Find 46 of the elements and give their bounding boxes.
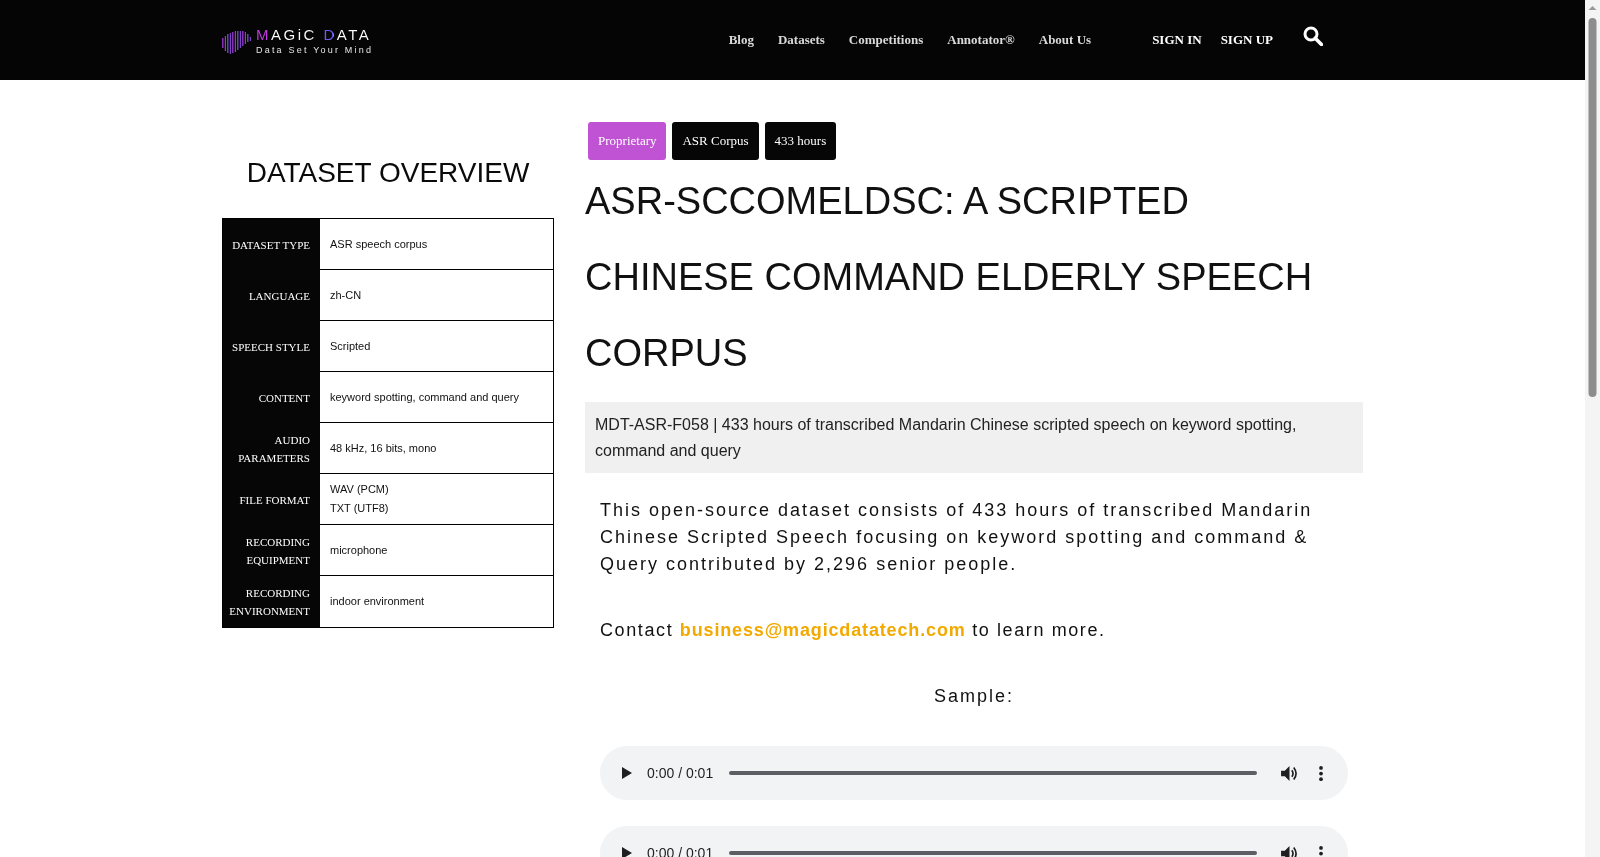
scrollbar[interactable]	[1585, 0, 1600, 857]
row-label: CONTENT	[223, 372, 320, 423]
contact-text: Contact business@magicdatatech.com to learn more.	[599, 619, 1107, 642]
row-label: DATASET TYPE	[223, 219, 320, 270]
table-cell-text: microphone	[330, 542, 388, 558]
seek-track[interactable]	[729, 771, 1257, 775]
brand-tagline: Data Set Your Mind	[256, 44, 374, 56]
description-text: This open-source dataset consists of 433 hours of transcribed Mandarin Chinese Scripted Speech focusing on keyword spotting and command & Query contributed by 2,296 senior people.	[599, 499, 1314, 576]
seek-track[interactable]	[729, 851, 1257, 855]
table-cell-text: zh-CN	[330, 287, 362, 303]
nav-link[interactable]: Annotator®	[947, 32, 1015, 48]
search-icon[interactable]	[1303, 26, 1323, 46]
row-label: RECORDING ENVIRONMENT	[223, 576, 320, 627]
nav-link[interactable]: Competitions	[848, 32, 924, 48]
table-cell-text: ASR speech corpus	[330, 236, 428, 252]
summary-banner: MDT-ASR-F058 | 433 hours of transcribed Mandarin Chinese scripted speech on keyword spotting, command and query	[585, 402, 1363, 473]
play-icon[interactable]	[622, 847, 632, 857]
more-options-icon[interactable]	[1319, 765, 1323, 781]
row-label: AUDIO PARAMETERS	[223, 423, 320, 474]
account-link[interactable]: SIGN UP	[1220, 32, 1273, 48]
sound-wave-icon	[222, 28, 251, 54]
dataset-title: ASR-SCCOMELDSC: A SCRIPTED CHINESE COMMAND ELDERLY SPEECH CORPUS	[585, 179, 1314, 376]
nav-link[interactable]: Blog	[728, 32, 754, 48]
table-cell-text: indoor environment	[330, 594, 425, 609]
row-label: LANGUAGE	[223, 270, 320, 321]
audio-time: 0:00 / 0:01	[647, 765, 714, 781]
table-cell-text: keyword spotting, command and query	[330, 389, 519, 405]
nav-link[interactable]: About Us	[1038, 32, 1092, 48]
section-title: DATASET OVERVIEW	[245, 156, 531, 190]
tag: 433 hours	[764, 122, 837, 160]
account-link[interactable]: SIGN IN	[1152, 32, 1202, 48]
table-cell-text: 48 kHz, 16 bits, mono	[330, 440, 437, 456]
table-cell-text: Scripted	[330, 338, 371, 354]
tag: ASR Corpus	[672, 122, 759, 160]
nav-link[interactable]: Datasets	[777, 32, 825, 48]
sample-label: Sample:	[932, 685, 1015, 708]
row-label: SPEECH STYLE	[223, 321, 320, 372]
table-cell-text: TXT (UTF8)	[330, 501, 389, 516]
table-cell-text: WAV (PCM)	[330, 482, 389, 497]
more-options-icon[interactable]	[1319, 845, 1323, 857]
play-icon[interactable]	[622, 767, 632, 779]
speaker-icon[interactable]	[1281, 845, 1298, 857]
row-label: FILE FORMAT	[223, 474, 320, 525]
speaker-icon[interactable]	[1281, 765, 1298, 781]
row-label: RECORDING EQUIPMENT	[223, 525, 320, 576]
tag: Proprietary	[588, 122, 667, 160]
